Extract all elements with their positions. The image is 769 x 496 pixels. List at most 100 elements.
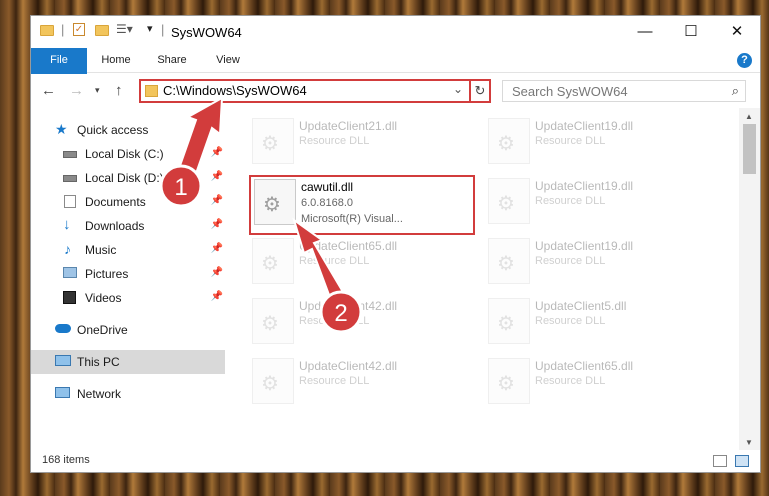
gear-icon: ⚙ xyxy=(497,313,515,335)
maximize-button[interactable]: ☐ xyxy=(668,16,714,48)
file-name: UpdateClient19.dll xyxy=(535,119,634,133)
file-item[interactable]: ⚙ UpdateClient19.dll Resource DLL xyxy=(485,176,705,232)
sidebar-item-label: Downloads xyxy=(85,219,145,233)
download-icon: ↓ xyxy=(63,216,71,233)
file-company: Microsoft(R) Visual... xyxy=(301,213,403,225)
vertical-scrollbar[interactable]: ▲ ▼ xyxy=(739,108,760,454)
file-name: UpdateClient21.dll xyxy=(299,119,398,133)
sidebar-item-local-disk-c[interactable]: Local Disk (C:) 📌 xyxy=(31,142,225,166)
star-icon: ★ xyxy=(55,121,68,137)
sidebar-item-videos[interactable]: Videos 📌 xyxy=(31,286,225,310)
close-button[interactable]: ✕ xyxy=(714,16,760,48)
pin-icon[interactable]: 📌 xyxy=(211,267,223,278)
sidebar-item-label: Local Disk (C:) xyxy=(85,147,164,161)
pin-icon[interactable]: 📌 xyxy=(211,219,223,230)
cloud-icon xyxy=(55,324,71,333)
sidebar-item-label: OneDrive xyxy=(77,323,128,337)
file-name: UpdateClient65.dll xyxy=(299,239,398,253)
file-item[interactable]: ⚙ UpdateClient65.dll Resource DLL xyxy=(485,356,705,412)
drive-icon xyxy=(63,151,77,158)
details-view-icon[interactable] xyxy=(713,455,727,467)
up-arrow-icon[interactable]: ↑ xyxy=(115,82,123,99)
pin-icon[interactable]: 📌 xyxy=(211,195,223,206)
file-type: Resource DLL xyxy=(535,315,606,327)
gear-icon: ⚙ xyxy=(263,194,281,216)
videos-icon xyxy=(63,291,76,304)
sidebar-item-label: Local Disk (D:) xyxy=(85,171,164,185)
sidebar-item-pictures[interactable]: Pictures 📌 xyxy=(31,262,225,286)
ribbon-tabs: File Home Share View ? xyxy=(31,48,760,104)
file-item[interactable]: ⚙ UpdateClient42.dll Resource DLL xyxy=(249,356,469,412)
pin-icon[interactable]: 📌 xyxy=(211,243,223,254)
large-icons-view-icon[interactable] xyxy=(735,455,749,467)
file-name: UpdateClient42.dll xyxy=(299,359,398,373)
dll-file-icon: ⚙ xyxy=(252,298,294,344)
sidebar-item-network[interactable]: Network xyxy=(31,382,225,406)
scrollbar-thumb[interactable] xyxy=(743,124,756,174)
dll-file-icon: ⚙ xyxy=(488,358,530,404)
sidebar-item-label: Quick access xyxy=(77,123,149,137)
chevron-down-icon[interactable]: ▾ xyxy=(147,22,153,35)
sidebar-item-label: Music xyxy=(85,243,117,257)
recent-locations-chevron-icon[interactable]: ▾ xyxy=(95,85,100,96)
search-placeholder: Search SysWOW64 xyxy=(512,84,628,99)
tab-view[interactable]: View xyxy=(203,48,253,73)
minimize-button[interactable]: — xyxy=(622,16,668,48)
gear-icon: ⚙ xyxy=(497,193,515,215)
refresh-button[interactable]: ↻ xyxy=(469,79,491,103)
sidebar-item-onedrive[interactable]: OneDrive xyxy=(31,318,225,342)
address-path[interactable]: C:\Windows\SysWOW64 xyxy=(163,83,307,98)
pictures-icon xyxy=(63,267,77,278)
separator: | xyxy=(61,22,65,37)
pin-icon[interactable]: 📌 xyxy=(211,291,223,302)
pin-icon[interactable]: 📌 xyxy=(211,171,223,182)
search-input[interactable]: Search SysWOW64 ⌕ xyxy=(502,80,746,102)
navigation-pane: ★ Quick access Local Disk (C:) 📌 Local D… xyxy=(31,114,225,444)
scroll-down-arrow-icon[interactable]: ▼ xyxy=(745,438,753,447)
new-folder-icon[interactable] xyxy=(95,25,109,36)
file-name: cawutil.dll xyxy=(301,180,354,194)
dll-file-icon: ⚙ xyxy=(252,358,294,404)
file-type: Resource DLL xyxy=(535,195,606,207)
dll-file-icon: ⚙ xyxy=(252,238,294,284)
file-item[interactable]: ⚙ UpdateClient42.dll Resource DLL xyxy=(249,296,469,352)
properties-icon[interactable]: ✓ xyxy=(73,23,85,36)
chevron-down-icon[interactable]: ⌄ xyxy=(453,82,463,96)
address-bar[interactable]: C:\Windows\SysWOW64 ⌄ xyxy=(139,79,491,103)
file-item[interactable]: ⚙ UpdateClient19.dll Resource DLL xyxy=(485,236,705,292)
file-item[interactable]: ⚙ UpdateClient21.dll Resource DLL xyxy=(249,116,469,172)
search-icon[interactable]: ⌕ xyxy=(732,83,739,99)
dll-file-icon: ⚙ xyxy=(488,238,530,284)
scroll-up-arrow-icon[interactable]: ▲ xyxy=(745,112,753,121)
customize-toolbar-icon[interactable]: ☰▾ xyxy=(116,22,133,36)
tab-share[interactable]: Share xyxy=(147,48,197,73)
navigation-bar: ← → ▾ ↑ C:\Windows\SysWOW64 ⌄ ↻ Search S… xyxy=(31,74,760,108)
help-icon[interactable]: ? xyxy=(737,53,752,68)
sidebar-item-local-disk-d[interactable]: Local Disk (D:) 📌 xyxy=(31,166,225,190)
dll-file-icon: ⚙ xyxy=(252,118,294,164)
sidebar-item-quick-access[interactable]: ★ Quick access xyxy=(31,118,225,142)
file-type: Resource DLL xyxy=(299,255,370,267)
file-list: ⚙ UpdateClient21.dll Resource DLL ⚙ cawu… xyxy=(227,108,739,452)
file-item[interactable]: ⚙ UpdateClient65.dll Resource DLL xyxy=(249,236,469,292)
folder-icon xyxy=(40,25,54,36)
back-arrow-icon[interactable]: ← xyxy=(41,82,56,99)
sidebar-item-this-pc[interactable]: This PC xyxy=(31,350,225,374)
file-item[interactable]: ⚙ UpdateClient19.dll Resource DLL xyxy=(485,116,705,172)
forward-arrow-icon[interactable]: → xyxy=(69,82,84,99)
sidebar-item-documents[interactable]: Documents 📌 xyxy=(31,190,225,214)
item-count: 168 items xyxy=(42,454,90,466)
gear-icon: ⚙ xyxy=(261,253,279,275)
sidebar-item-label: Pictures xyxy=(85,267,129,281)
file-name: UpdateClient19.dll xyxy=(535,179,634,193)
pin-icon[interactable]: 📌 xyxy=(211,147,223,158)
file-explorer-window: | ✓ ☰▾ ▾ | SysWOW64 — ☐ ✕ File Home Shar… xyxy=(30,15,761,473)
file-item-cawutil[interactable]: ⚙ cawutil.dll 6.0.8168.0 Microsoft(R) Vi… xyxy=(249,175,475,235)
tab-home[interactable]: Home xyxy=(91,48,141,73)
file-item[interactable]: ⚙ UpdateClient5.dll Resource DLL xyxy=(485,296,705,352)
sidebar-item-label: Documents xyxy=(85,195,146,209)
status-bar: 168 items xyxy=(31,450,760,472)
file-name: UpdateClient5.dll xyxy=(535,299,627,313)
sidebar-item-downloads[interactable]: ↓ Downloads 📌 xyxy=(31,214,225,238)
sidebar-item-music[interactable]: ♪ Music 📌 xyxy=(31,238,225,262)
